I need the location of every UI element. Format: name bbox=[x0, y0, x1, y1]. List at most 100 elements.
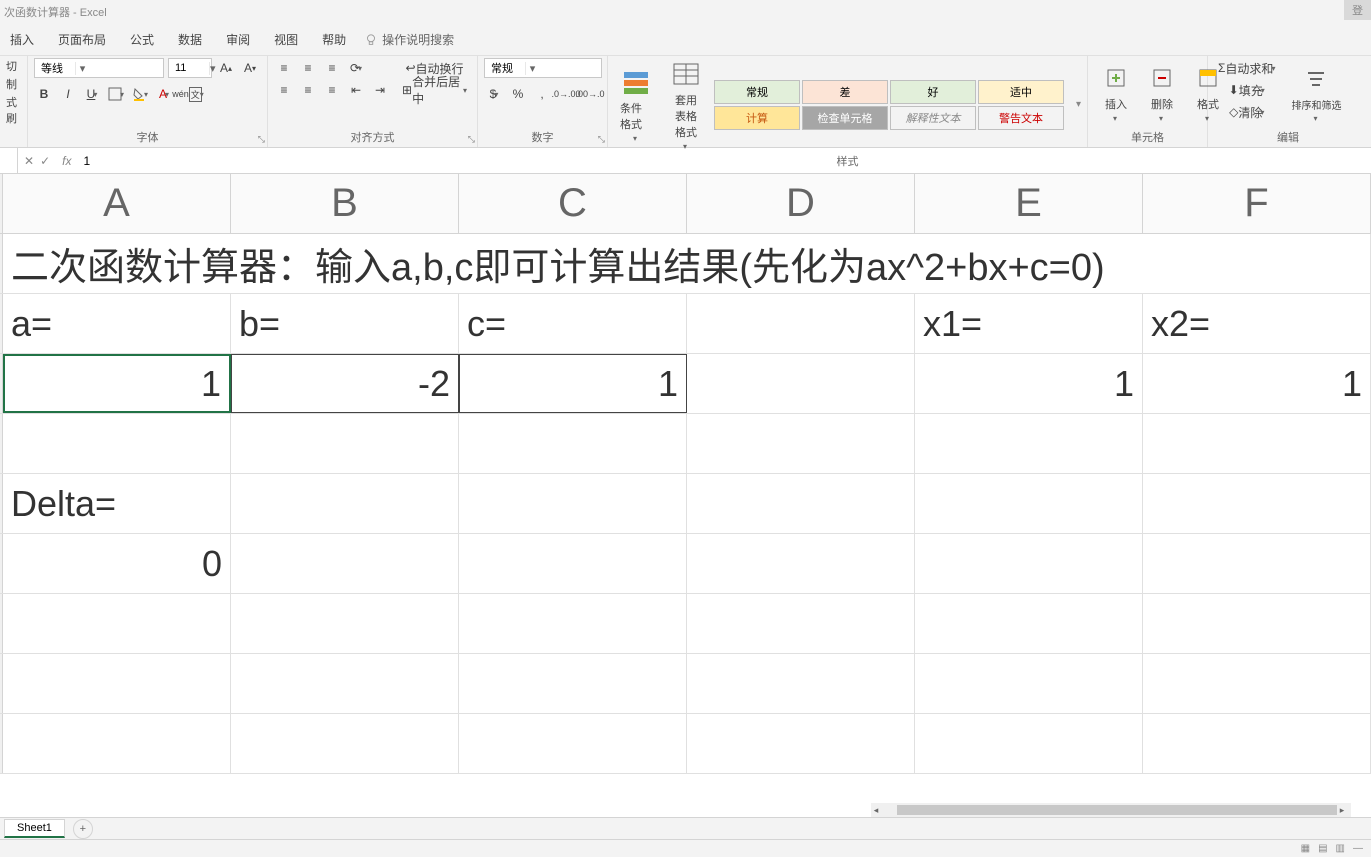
cell-grid[interactable]: 二次函数计算器：输入a,b,c即可计算出结果(先化为ax^2+bx+c=0) a… bbox=[0, 234, 1371, 774]
cell-c8[interactable] bbox=[459, 654, 687, 713]
cell-a1[interactable]: 二次函数计算器：输入a,b,c即可计算出结果(先化为ax^2+bx+c=0) bbox=[3, 234, 1371, 293]
cell-e2[interactable]: x1= bbox=[915, 294, 1143, 353]
cell-c7[interactable] bbox=[459, 594, 687, 653]
cell-e4[interactable] bbox=[915, 414, 1143, 473]
tell-me-search[interactable]: 操作说明搜索 bbox=[364, 31, 454, 48]
cell-b2[interactable]: b= bbox=[231, 294, 459, 353]
horizontal-scrollbar[interactable]: ◂ ▸ bbox=[871, 803, 1351, 817]
accounting-format-icon[interactable]: $▾ bbox=[484, 84, 504, 104]
number-dialog-launcher[interactable]: ⤡ bbox=[598, 134, 605, 145]
col-header-c[interactable]: C bbox=[459, 174, 687, 233]
col-header-f[interactable]: F bbox=[1143, 174, 1371, 233]
cell-d4[interactable] bbox=[687, 414, 915, 473]
cell-d8[interactable] bbox=[687, 654, 915, 713]
conditional-format-button[interactable]: 条件格式▾ bbox=[614, 66, 658, 143]
cell-a5[interactable]: Delta= bbox=[3, 474, 231, 533]
font-color-button[interactable]: A▾ bbox=[154, 84, 174, 104]
sort-filter-button[interactable]: 排序和筛选▾ bbox=[1285, 58, 1347, 127]
cell-a2[interactable]: a= bbox=[3, 294, 231, 353]
font-dialog-launcher[interactable]: ⤡ bbox=[258, 134, 265, 145]
cell-f3[interactable]: 1 bbox=[1143, 354, 1371, 413]
menu-formulas[interactable]: 公式 bbox=[124, 27, 160, 52]
align-bottom-icon[interactable]: ≡ bbox=[322, 58, 342, 78]
menu-page-layout[interactable]: 页面布局 bbox=[52, 27, 112, 52]
zoom-slider[interactable]: — bbox=[1353, 843, 1363, 854]
menu-help[interactable]: 帮助 bbox=[316, 27, 352, 52]
increase-decimal-icon[interactable]: .0→.00 bbox=[556, 84, 576, 104]
cell-e8[interactable] bbox=[915, 654, 1143, 713]
font-size-combo[interactable]: 11▾ bbox=[168, 58, 212, 78]
cell-c6[interactable] bbox=[459, 534, 687, 593]
merge-center-button[interactable]: ⊞ 合并后居中▾ bbox=[398, 80, 471, 100]
menu-view[interactable]: 视图 bbox=[268, 27, 304, 52]
cell-e9[interactable] bbox=[915, 714, 1143, 773]
col-header-d[interactable]: D bbox=[687, 174, 915, 233]
comma-format-icon[interactable]: , bbox=[532, 84, 552, 104]
view-normal-icon[interactable]: ▦ bbox=[1301, 843, 1310, 854]
delete-cells-button[interactable]: 删除▾ bbox=[1140, 58, 1184, 127]
cell-e3[interactable]: 1 bbox=[915, 354, 1143, 413]
style-calc[interactable]: 计算 bbox=[714, 106, 800, 130]
increase-font-icon[interactable]: A▴ bbox=[216, 58, 236, 78]
cell-f4[interactable] bbox=[1143, 414, 1371, 473]
copy-button[interactable]: 制 bbox=[6, 76, 21, 92]
cell-e5[interactable] bbox=[915, 474, 1143, 533]
cell-e6[interactable] bbox=[915, 534, 1143, 593]
enter-formula-icon[interactable]: ✓ bbox=[40, 154, 50, 168]
fill-button[interactable]: ⬇ 填充▾ bbox=[1214, 80, 1279, 100]
cell-d7[interactable] bbox=[687, 594, 915, 653]
decrease-decimal-icon[interactable]: .00→.0 bbox=[580, 84, 600, 104]
fx-icon[interactable]: fx bbox=[62, 154, 71, 168]
cell-b3[interactable]: -2 bbox=[231, 354, 459, 413]
cell-a8[interactable] bbox=[3, 654, 231, 713]
cell-e7[interactable] bbox=[915, 594, 1143, 653]
decrease-indent-icon[interactable]: ⇤ bbox=[346, 80, 366, 100]
clear-button[interactable]: ◇ 清除▾ bbox=[1214, 102, 1279, 122]
cell-f2[interactable]: x2= bbox=[1143, 294, 1371, 353]
align-top-icon[interactable]: ≡ bbox=[274, 58, 294, 78]
style-bad[interactable]: 差 bbox=[802, 80, 888, 104]
number-format-combo[interactable]: 常规▾ bbox=[484, 58, 602, 78]
align-dialog-launcher[interactable]: ⤡ bbox=[468, 134, 475, 145]
style-neutral[interactable]: 适中 bbox=[978, 80, 1064, 104]
cell-a9[interactable] bbox=[3, 714, 231, 773]
autosum-button[interactable]: Σ 自动求和▾ bbox=[1214, 58, 1279, 78]
scroll-thumb[interactable] bbox=[897, 805, 1337, 815]
cancel-formula-icon[interactable]: ✕ bbox=[24, 154, 34, 168]
cell-c9[interactable] bbox=[459, 714, 687, 773]
login-button[interactable]: 登 bbox=[1344, 0, 1371, 20]
style-explain[interactable]: 解释性文本 bbox=[890, 106, 976, 130]
cell-c4[interactable] bbox=[459, 414, 687, 473]
cell-a6[interactable]: 0 bbox=[3, 534, 231, 593]
cell-b6[interactable] bbox=[231, 534, 459, 593]
cell-a7[interactable] bbox=[3, 594, 231, 653]
cell-b7[interactable] bbox=[231, 594, 459, 653]
menu-review[interactable]: 审阅 bbox=[220, 27, 256, 52]
orientation-icon[interactable]: ⟳▾ bbox=[346, 58, 366, 78]
name-box[interactable] bbox=[0, 148, 18, 173]
cell-a4[interactable] bbox=[3, 414, 231, 473]
align-middle-icon[interactable]: ≡ bbox=[298, 58, 318, 78]
cell-f5[interactable] bbox=[1143, 474, 1371, 533]
cell-c5[interactable] bbox=[459, 474, 687, 533]
scroll-right-icon[interactable]: ▸ bbox=[1337, 805, 1347, 816]
cell-b4[interactable] bbox=[231, 414, 459, 473]
italic-button[interactable]: I bbox=[58, 84, 78, 104]
view-page-break-icon[interactable]: ▥ bbox=[1336, 843, 1345, 854]
style-good[interactable]: 好 bbox=[890, 80, 976, 104]
border-button[interactable]: ▾ bbox=[106, 84, 126, 104]
insert-cells-button[interactable]: 插入▾ bbox=[1094, 58, 1138, 127]
cell-d6[interactable] bbox=[687, 534, 915, 593]
cell-b9[interactable] bbox=[231, 714, 459, 773]
bold-button[interactable]: B bbox=[34, 84, 54, 104]
cell-a3[interactable]: 1 bbox=[3, 354, 231, 413]
cell-c2[interactable]: c= bbox=[459, 294, 687, 353]
cut-button[interactable]: 切 bbox=[6, 58, 21, 74]
sheet-tab-1[interactable]: Sheet1 bbox=[4, 819, 65, 838]
align-center-icon[interactable]: ≡ bbox=[298, 80, 318, 100]
cell-f7[interactable] bbox=[1143, 594, 1371, 653]
format-painter-button[interactable]: 式刷 bbox=[6, 94, 21, 126]
format-as-table-button[interactable]: 套用 表格格式▾ bbox=[664, 58, 708, 151]
underline-button[interactable]: U▾ bbox=[82, 84, 102, 104]
style-warn[interactable]: 警告文本 bbox=[978, 106, 1064, 130]
